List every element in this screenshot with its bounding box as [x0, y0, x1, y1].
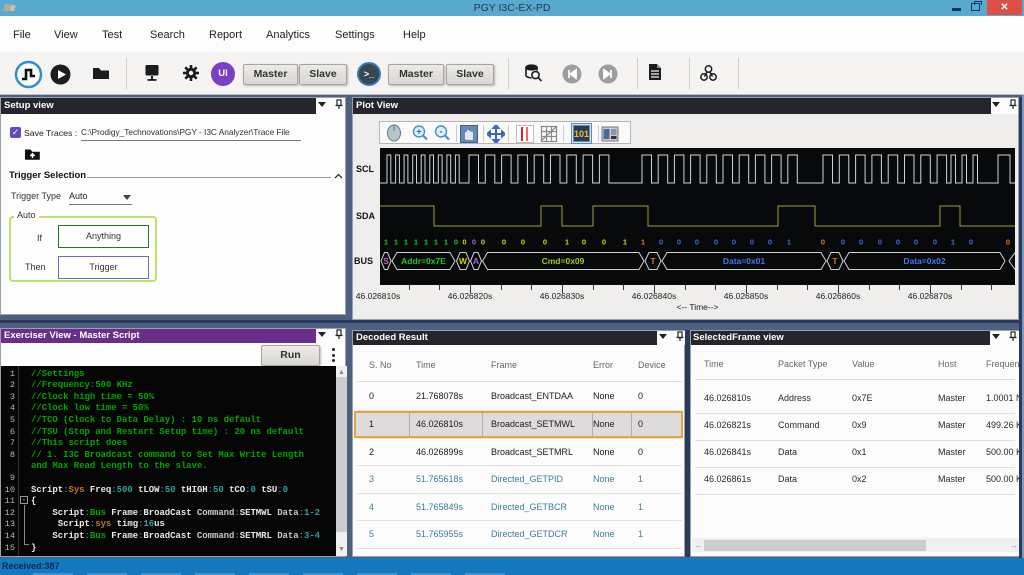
svg-text:W: W: [459, 256, 468, 266]
svg-text:0: 0: [914, 238, 918, 247]
svg-text:0: 0: [454, 238, 458, 247]
svg-text:0: 0: [768, 238, 772, 247]
svg-text:0: 0: [859, 238, 863, 247]
svg-text:0: 0: [472, 238, 476, 247]
svg-text:0: 0: [841, 238, 845, 247]
svg-text:Data=0x02: Data=0x02: [903, 256, 946, 266]
svg-text:1: 1: [565, 238, 569, 247]
svg-text:-: -: [440, 127, 443, 137]
svg-text:0: 0: [481, 238, 485, 247]
svg-text:+: +: [416, 127, 421, 137]
svg-text:0: 0: [732, 238, 736, 247]
svg-text:1: 1: [424, 238, 428, 247]
svg-text:0: 0: [521, 238, 525, 247]
svg-text:0: 0: [821, 238, 825, 247]
svg-text:1: 1: [394, 238, 398, 247]
svg-text:1: 1: [951, 238, 955, 247]
svg-text:Cmd=0x09: Cmd=0x09: [542, 256, 585, 266]
svg-text:T: T: [650, 256, 656, 266]
svg-text:A: A: [473, 256, 479, 266]
svg-text:1: 1: [384, 238, 388, 247]
svg-text:1: 1: [444, 238, 448, 247]
svg-text:Addr=0x7E: Addr=0x7E: [401, 256, 446, 266]
svg-text:1: 1: [434, 238, 438, 247]
svg-text:0: 0: [462, 238, 466, 247]
svg-text:0: 0: [659, 238, 663, 247]
svg-text:101: 101: [574, 129, 589, 139]
svg-text:T: T: [832, 256, 838, 266]
svg-text:1: 1: [623, 238, 627, 247]
svg-text:Data=0x01: Data=0x01: [723, 256, 766, 266]
svg-text:0: 0: [502, 238, 506, 247]
svg-text:0: 0: [896, 238, 900, 247]
svg-text:1: 1: [404, 238, 408, 247]
svg-text:0: 0: [695, 238, 699, 247]
svg-text:S: S: [383, 256, 389, 266]
svg-text:0: 0: [714, 238, 718, 247]
svg-text:0: 0: [1006, 238, 1010, 247]
svg-text:0: 0: [750, 238, 754, 247]
svg-text:0: 0: [933, 238, 937, 247]
svg-text:0: 0: [677, 238, 681, 247]
svg-text:0: 0: [969, 238, 973, 247]
svg-text:1: 1: [414, 238, 418, 247]
svg-text:0: 0: [878, 238, 882, 247]
svg-text:0: 0: [582, 238, 586, 247]
svg-text:1: 1: [787, 238, 791, 247]
svg-text:1: 1: [641, 238, 645, 247]
svg-text:0: 0: [602, 238, 606, 247]
svg-text:0: 0: [543, 238, 547, 247]
